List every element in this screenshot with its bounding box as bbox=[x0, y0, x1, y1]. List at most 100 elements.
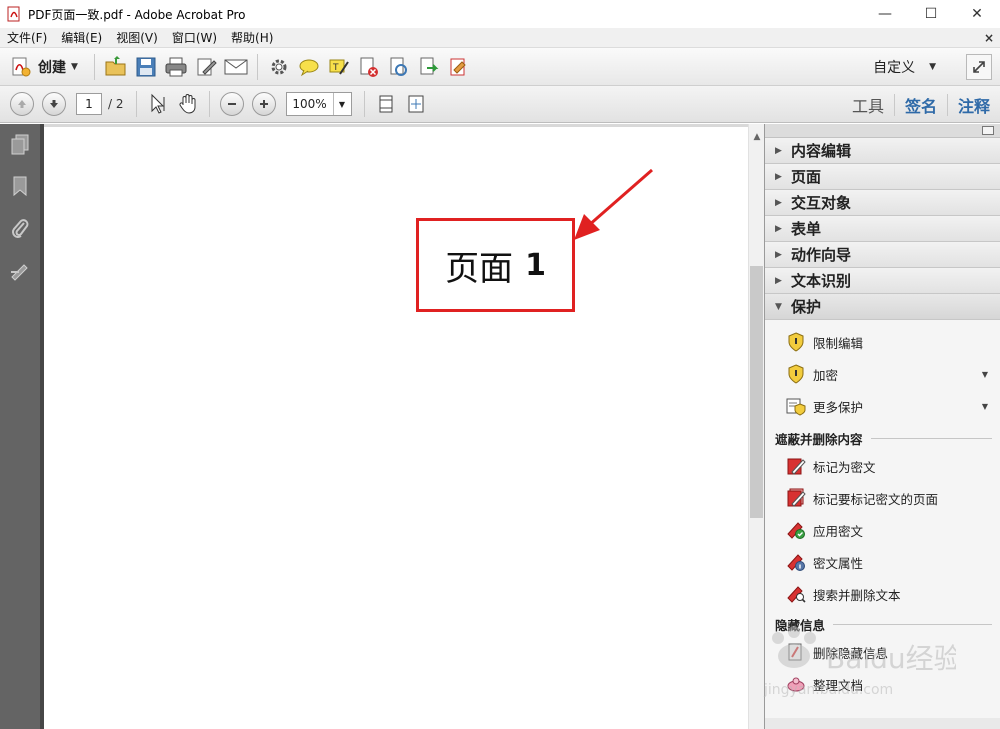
mark-for-redaction-item[interactable]: 标记为密文 bbox=[765, 450, 1000, 482]
chevron-down-icon[interactable]: ▼ bbox=[332, 93, 351, 115]
shield-icon bbox=[785, 363, 807, 385]
menu-edit[interactable]: 编辑(E) bbox=[54, 28, 109, 48]
watermark-text: Baidu经验 bbox=[826, 642, 956, 675]
shield-icon bbox=[785, 331, 807, 353]
section-forms[interactable]: ▶ 表单 bbox=[765, 216, 1000, 242]
menu-window[interactable]: 窗口(W) bbox=[165, 28, 224, 48]
plus-icon bbox=[259, 100, 268, 108]
page-thumbnails-icon[interactable] bbox=[0, 124, 40, 166]
mark-pages-redaction-item[interactable]: 标记要标记密文的页面 bbox=[765, 482, 1000, 514]
navigation-toolbar: 1 / 2 100% ▼ 工具 签名 注释 bbox=[0, 86, 1000, 123]
more-protection-item[interactable]: 更多保护 ▼ bbox=[765, 390, 1000, 422]
minus-icon bbox=[227, 103, 236, 105]
group-divider bbox=[870, 437, 992, 439]
redaction-properties-icon bbox=[785, 551, 807, 573]
section-text-recognition[interactable]: ▶ 文本识别 bbox=[765, 268, 1000, 294]
panel-options-bar bbox=[765, 124, 1000, 138]
signatures-icon[interactable] bbox=[0, 250, 40, 292]
section-interactive-objects[interactable]: ▶ 交互对象 bbox=[765, 190, 1000, 216]
comment-icon[interactable] bbox=[294, 52, 324, 82]
section-label: 表单 bbox=[791, 220, 822, 238]
highlight-text-icon[interactable]: T bbox=[324, 52, 354, 82]
section-content-editing[interactable]: ▶ 内容编辑 bbox=[765, 138, 1000, 164]
tab-tools[interactable]: 工具 bbox=[842, 93, 894, 117]
chevron-down-icon[interactable]: ▼ bbox=[982, 370, 988, 379]
email-icon[interactable] bbox=[221, 52, 251, 82]
extract-pages-icon[interactable] bbox=[384, 52, 414, 82]
sign-document-icon[interactable] bbox=[444, 52, 474, 82]
save-icon[interactable] bbox=[131, 52, 161, 82]
pane-tabs: 工具 签名 注释 bbox=[842, 86, 1000, 123]
close-document-button[interactable]: × bbox=[984, 28, 994, 48]
section-label: 动作向导 bbox=[791, 246, 852, 264]
red-arrow-annotation bbox=[574, 168, 653, 240]
title-bar: PDF页面一致.pdf - Adobe Acrobat Pro — ☐ ✕ bbox=[0, 0, 1000, 28]
section-label: 交互对象 bbox=[791, 194, 852, 212]
section-label: 文本识别 bbox=[791, 272, 852, 290]
bookmarks-icon[interactable] bbox=[0, 166, 40, 208]
create-button[interactable]: 创建 ▼ bbox=[10, 56, 78, 78]
svg-text:T: T bbox=[332, 63, 339, 73]
scroll-up-arrow-icon[interactable]: ▲ bbox=[749, 132, 765, 142]
delete-page-icon[interactable] bbox=[354, 52, 384, 82]
arrow-down-icon bbox=[50, 100, 58, 108]
tab-sign[interactable]: 签名 bbox=[895, 93, 947, 117]
previous-page-button[interactable] bbox=[10, 92, 34, 116]
print-icon[interactable] bbox=[161, 52, 191, 82]
scrollbar-thumb[interactable] bbox=[750, 266, 763, 518]
watermark-url: jingyan.baidu.com bbox=[763, 682, 893, 698]
select-tool-icon[interactable] bbox=[143, 89, 173, 119]
section-action-wizard[interactable]: ▶ 动作向导 bbox=[765, 242, 1000, 268]
chevron-down-icon: ▼ bbox=[929, 62, 936, 72]
group-label: 遮蔽并删除内容 bbox=[775, 431, 863, 447]
item-label: 标记为密文 bbox=[813, 459, 876, 475]
section-pages[interactable]: ▶ 页面 bbox=[765, 164, 1000, 190]
panel-options-icon[interactable] bbox=[982, 126, 994, 135]
customize-dropdown[interactable]: 自定义 ▼ bbox=[873, 48, 936, 86]
menu-help[interactable]: 帮助(H) bbox=[224, 28, 280, 48]
expand-arrow-icon: ▶ bbox=[775, 171, 782, 182]
page-number-input[interactable]: 1 bbox=[76, 93, 102, 115]
hand-tool-icon[interactable] bbox=[173, 89, 203, 119]
maximize-button[interactable]: ☐ bbox=[908, 0, 954, 28]
group-redaction: 遮蔽并删除内容 bbox=[765, 426, 1000, 450]
attachments-icon[interactable] bbox=[0, 208, 40, 250]
export-icon[interactable] bbox=[414, 52, 444, 82]
chevron-down-icon[interactable]: ▼ bbox=[982, 402, 988, 411]
search-remove-text-item[interactable]: 搜索并删除文本 bbox=[765, 578, 1000, 610]
page-heading-number: 1 bbox=[525, 247, 546, 283]
close-button[interactable]: ✕ bbox=[954, 0, 1000, 28]
menu-file[interactable]: 文件(F) bbox=[0, 28, 54, 48]
section-label: 页面 bbox=[791, 168, 822, 186]
minimize-button[interactable]: — bbox=[862, 0, 908, 28]
item-label: 应用密文 bbox=[813, 523, 864, 539]
zoom-select[interactable]: 100% ▼ bbox=[285, 92, 352, 116]
encrypt-item[interactable]: 加密 ▼ bbox=[765, 358, 1000, 390]
menu-bar: 文件(F) 编辑(E) 视图(V) 窗口(W) 帮助(H) × bbox=[0, 28, 1000, 48]
redaction-pages-icon bbox=[785, 487, 807, 509]
page-top-edge bbox=[44, 124, 748, 127]
apply-redactions-item[interactable]: 应用密文 bbox=[765, 514, 1000, 546]
restrict-editing-item[interactable]: 限制编辑 bbox=[765, 326, 1000, 358]
full-screen-button[interactable] bbox=[966, 54, 992, 80]
fit-width-icon[interactable] bbox=[371, 89, 401, 119]
arrow-up-icon bbox=[18, 100, 26, 108]
create-label: 创建 bbox=[38, 59, 66, 76]
fit-page-icon[interactable] bbox=[401, 89, 431, 119]
section-label: 内容编辑 bbox=[791, 142, 852, 160]
zoom-value: 100% bbox=[292, 97, 327, 111]
toolbar-separator bbox=[256, 53, 258, 80]
tab-comment[interactable]: 注释 bbox=[948, 93, 1000, 117]
zoom-in-button[interactable] bbox=[251, 92, 276, 116]
settings-icon[interactable] bbox=[264, 52, 294, 82]
acrobat-pdf-icon bbox=[6, 6, 22, 22]
next-page-button[interactable] bbox=[42, 92, 66, 116]
section-protection[interactable]: ▼ 保护 bbox=[765, 294, 1000, 320]
redaction-marker-icon bbox=[785, 455, 807, 477]
menu-view[interactable]: 视图(V) bbox=[109, 28, 165, 48]
expand-arrow-icon: ▶ bbox=[775, 249, 782, 260]
edit-document-icon[interactable] bbox=[191, 52, 221, 82]
open-folder-icon[interactable] bbox=[101, 52, 131, 82]
redaction-properties-item[interactable]: 密文属性 bbox=[765, 546, 1000, 578]
zoom-out-button[interactable] bbox=[219, 92, 244, 116]
